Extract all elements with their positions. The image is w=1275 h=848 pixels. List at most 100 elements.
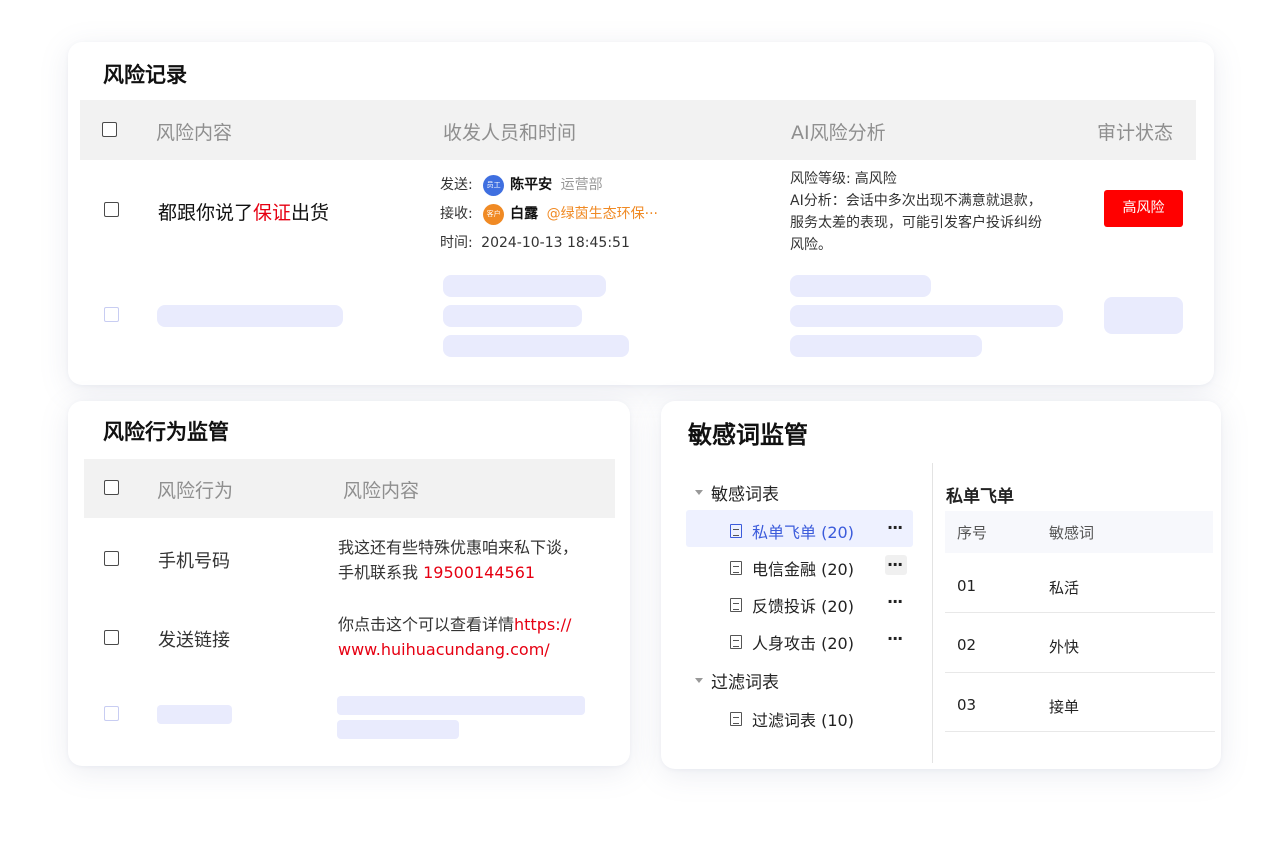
detail-table-header: 序号 敏感词 [945,511,1213,553]
row-divider [945,731,1215,732]
row-checkbox[interactable] [104,630,119,645]
phone-number: 19500144561 [423,563,536,582]
content-post: 出货 [291,202,330,224]
sensitive-words-card: 敏感词监管 敏感词表 私单飞单 (20) ··· 电信金融 (20) ··· 反… [661,401,1221,769]
header-word: 敏感词 [1049,524,1095,542]
receiver-name: 白露 [510,206,539,222]
time-value: 2024-10-13 18:45:51 [481,235,630,251]
tree-item-label: 过滤词表 (10) [752,711,854,730]
caret-down-icon [695,678,703,683]
row-checkbox[interactable] [104,706,119,721]
time-label: 时间: [440,235,473,251]
sender-avatar: 员工 [483,174,505,196]
document-icon [730,561,742,575]
tree-item-label: 反馈投诉 (20) [752,597,854,616]
document-icon [730,712,742,726]
row-index: 03 [957,696,977,714]
select-all-checkbox[interactable] [102,122,117,137]
more-icon[interactable]: ··· [887,592,903,611]
stage: 风险记录 风险内容 收发人员和时间 AI风险分析 审计状态 都跟你说了保证出货 … [0,0,1275,848]
row-word: 外快 [1049,638,1080,656]
detail-title: 私单飞单 [946,487,1014,507]
placeholder-bar [337,720,459,739]
header-audit-status: 审计状态 [1097,122,1174,144]
placeholder-bar [443,305,582,327]
placeholder-bar [337,696,585,715]
ai-analysis-line-1: AI分析：会话中多次出现不满意就退款， [790,193,1042,209]
tree-item-label: 人身攻击 (20) [752,634,854,653]
caret-down-icon [695,490,703,495]
recv-label: 接收: [440,206,473,222]
risk-records-table-header: 风险内容 收发人员和时间 AI风险分析 审计状态 [80,100,1196,160]
row-index: 01 [957,577,977,595]
header-ai-analysis: AI风险分析 [791,122,886,144]
send-label: 发送: [440,177,473,193]
row-word: 接单 [1049,698,1080,716]
tree-group-label: 敏感词表 [711,485,779,505]
risk-behavior-table-header: 风险行为 风险内容 [84,459,615,518]
risk-behavior-title: 风险行为监管 [103,420,229,444]
tree-item-filter-words[interactable]: 过滤词表 (10) [730,707,854,731]
document-icon [730,635,742,649]
more-icon[interactable]: ··· [887,629,903,648]
row-checkbox[interactable] [104,202,119,217]
tree-item-telecom-finance[interactable]: 电信金融 (20) [730,556,854,580]
placeholder-bar [157,305,343,327]
more-icon[interactable]: ··· [887,518,903,537]
behavior-label: 手机号码 [158,551,230,572]
time-line: 时间: 2024-10-13 18:45:51 [440,232,630,252]
row-divider [945,672,1215,673]
placeholder-bar [790,335,982,357]
sender-line: 发送: 员工 陈平安 运营部 [440,174,603,196]
tree-item-private-order[interactable]: 私单飞单 (20) [730,519,854,543]
content-line-1-pre: 你点击这个可以查看详情 [338,615,515,634]
content-line-2: 手机联系我 19500144561 [338,560,578,585]
link-part-2: www.huihuacundang.com/ [338,640,550,659]
ai-level-label: 风险等级: [790,171,851,187]
tree-group-label: 过滤词表 [711,673,779,693]
placeholder-bar [157,705,232,724]
content-pre: 都跟你说了 [158,202,254,224]
panel-divider [932,463,933,763]
more-icon[interactable]: ··· [887,555,903,574]
receiver-org: @绿茵生态环保··· [546,206,658,222]
ai-analysis-block: 风险等级: 高风险 AI分析：会话中多次出现不满意就退款， 服务太差的表现，可能引… [790,168,1080,256]
placeholder-bar [443,335,629,357]
ai-analysis-line-2: 服务太差的表现，可能引发客户投诉纠纷 [790,215,1042,231]
row-checkbox[interactable] [104,307,119,322]
sender-dept: 运营部 [560,177,603,193]
header-index: 序号 [957,524,988,542]
document-icon [730,524,742,538]
placeholder-bar [1104,297,1183,334]
row-checkbox[interactable] [104,551,119,566]
tree-group-filter[interactable]: 过滤词表 [695,668,779,693]
tree-group-sensitive[interactable]: 敏感词表 [695,480,779,505]
row-word: 私活 [1049,579,1080,597]
placeholder-bar [790,275,931,297]
header-risk-behavior: 风险行为 [157,480,234,502]
sender-name: 陈平安 [510,177,553,193]
ai-level-line: 风险等级: 高风险 [790,168,1080,190]
risk-behavior-card: 风险行为监管 风险行为 风险内容 手机号码 我这还有些特殊优惠咱来私下谈， 手机… [68,401,630,766]
tree-item-label: 电信金融 (20) [752,560,854,579]
row-index: 02 [957,636,977,654]
tree-item-feedback-complaint[interactable]: 反馈投诉 (20) [730,593,854,617]
header-risk-content: 风险内容 [156,122,233,144]
ai-analysis-line-3: 风险。 [790,237,832,253]
tree-item-personal-attack[interactable]: 人身攻击 (20) [730,630,854,654]
content-line-1: 你点击这个可以查看详情https:// [338,612,571,637]
link-part-1: https:// [514,615,572,634]
behavior-content: 你点击这个可以查看详情https:// www.huihuacundang.co… [338,612,571,662]
placeholder-bar [443,275,606,297]
risk-records-title: 风险记录 [103,63,187,87]
ai-level-value: 高风险 [854,171,897,187]
receiver-avatar: 客户 [483,203,505,225]
risk-content-text: 都跟你说了保证出货 [158,198,329,225]
sensitive-words-title: 敏感词监管 [688,421,808,449]
select-all-checkbox[interactable] [104,480,119,495]
content-line-2-pre: 手机联系我 [338,563,424,582]
content-line-1: 我这还有些特殊优惠咱来私下谈， [338,538,579,557]
status-badge[interactable]: 高风险 [1104,190,1183,227]
risk-records-card: 风险记录 风险内容 收发人员和时间 AI风险分析 审计状态 都跟你说了保证出货 … [68,42,1214,385]
behavior-content: 我这还有些特殊优惠咱来私下谈， 手机联系我 19500144561 [338,535,578,585]
